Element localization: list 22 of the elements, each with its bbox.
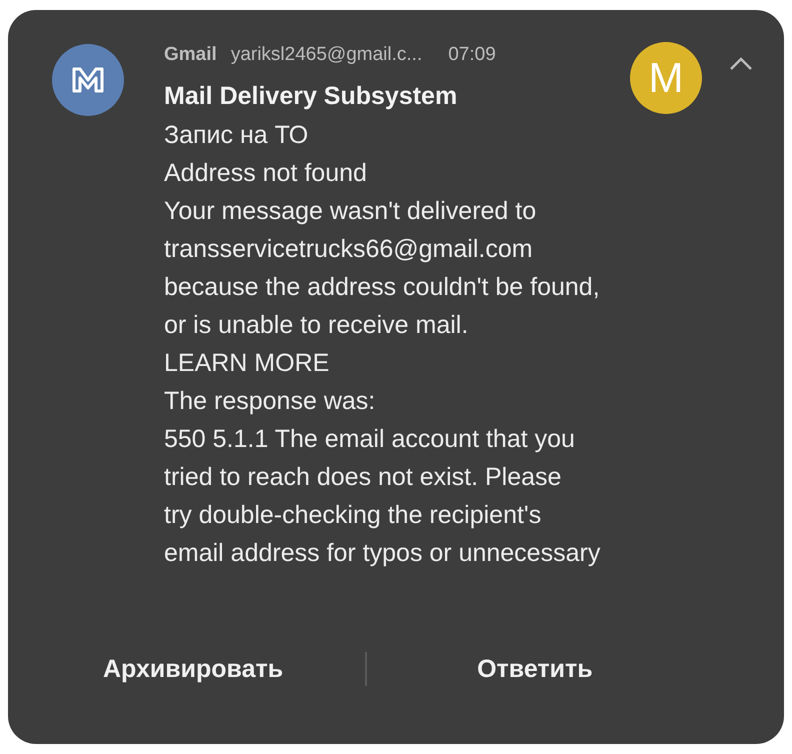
mail-icon [70,65,106,95]
message-line: or is unable to receive mail. [164,310,470,341]
sender-name: Mail Delivery Subsystem [164,81,458,112]
message-line: email address for typos or unnecessary [164,538,602,569]
notification-time: 07:09 [448,44,496,66]
message-line: Запис на ТО [164,120,310,151]
message-line: The response was: [164,386,376,417]
collapse-icon[interactable] [728,56,754,72]
account-email: yariksl2465@gmail.c... [230,44,422,66]
message-line: LEARN MORE [164,348,330,379]
action-button[interactable]: Ответить [477,648,593,690]
notification-card[interactable] [8,10,784,744]
message-line: because the address couldn't be found, [164,272,601,303]
message-line: Address not found [164,158,368,189]
action-button[interactable]: Архивировать [103,648,284,690]
sender-avatar: M [630,42,702,114]
message-line: Your message wasn't delivered to [164,196,538,227]
message-line: transservicetrucks66@gmail.com [164,234,534,265]
message-line: tried to reach does not exist. Please [164,462,562,493]
message-line: 550 5.1.1 The email account that you [164,424,576,455]
message-line: try double-checking the recipient's [164,500,542,531]
app-name: Gmail [164,44,217,66]
